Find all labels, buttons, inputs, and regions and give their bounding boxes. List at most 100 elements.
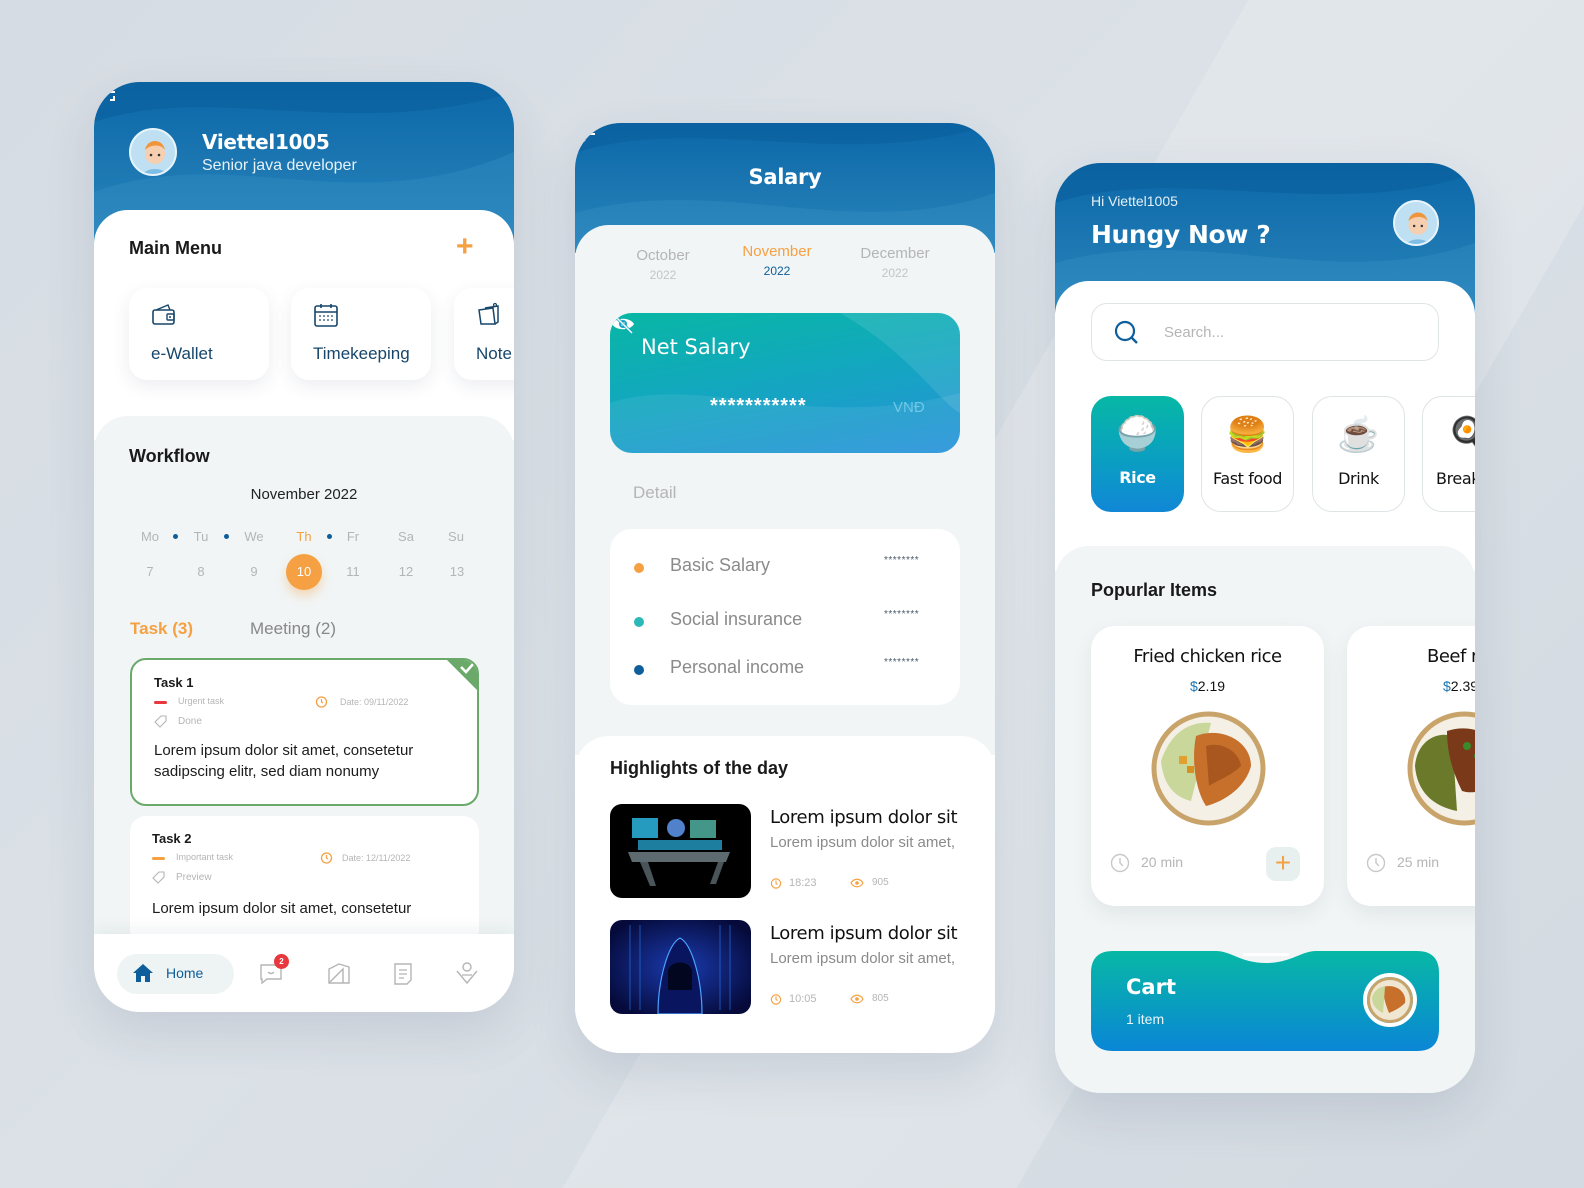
food-app-screen: Hi Viettel1005 Hungy Now ? 🍚 Rice 🍔	[1055, 163, 1475, 1093]
category-drink[interactable]: ☕ Drink	[1312, 396, 1405, 512]
calendar-day-selected[interactable]: 10	[286, 554, 322, 590]
salary-app-screen: Salary October 2022 November 2022 Decemb…	[575, 123, 995, 1053]
eye-off-icon[interactable]	[610, 313, 636, 335]
event-dot	[173, 534, 178, 539]
month-name: October	[636, 247, 690, 264]
menu-item-label: Note	[476, 344, 512, 363]
cart-title: Cart	[1126, 975, 1176, 999]
weekday-sa: Sa	[398, 529, 414, 544]
task-description: Lorem ipsum dolor sit amet, consetetur s…	[154, 742, 414, 780]
arrow-left-icon[interactable]	[575, 123, 597, 145]
task-card[interactable]: Task 2 Important task Date: 12/11/2022 P…	[130, 816, 479, 946]
home-icon	[133, 964, 153, 982]
net-salary-card: Net Salary *********** VNĐ	[610, 313, 960, 453]
task-card[interactable]: Task 1 Urgent task Date: 09/11/2022 Done…	[130, 658, 479, 806]
plus-icon[interactable]: +	[456, 232, 474, 262]
greeting: Hi Viettel1005	[1091, 193, 1178, 209]
currency-symbol: $	[1189, 678, 1198, 694]
priority-bar	[154, 701, 167, 704]
food-price: $2.39	[1347, 678, 1475, 694]
user-name: Viettel1005	[202, 130, 330, 154]
highlight-item[interactable]: Lorem ipsum dolor sit Lorem ipsum dolor …	[610, 920, 980, 1015]
bottom-nav: Home 2	[94, 934, 514, 1012]
currency-symbol: $	[1443, 678, 1451, 694]
category-label: Breakfast	[1436, 469, 1475, 488]
calendar-day[interactable]: 9	[239, 564, 269, 579]
food-card[interactable]: Fried chicken rice $2.19 20 min +	[1091, 626, 1324, 906]
highlight-subtitle: Lorem ipsum dolor sit amet,	[770, 950, 956, 967]
add-to-cart-button[interactable]: +	[1266, 847, 1300, 881]
timer-icon	[770, 994, 782, 1005]
search-icon	[1114, 320, 1138, 344]
tab-task[interactable]: Task (3)	[130, 619, 193, 639]
office-icon[interactable]	[327, 961, 351, 985]
detail-row-social-insurance[interactable]: Social insurance ********	[610, 609, 960, 639]
category-breakfast[interactable]: 🍳 Breakfast	[1422, 396, 1475, 512]
category-fast-food[interactable]: 🍔 Fast food	[1201, 396, 1294, 512]
cart-count: 1 item	[1126, 1011, 1165, 1027]
detail-row-basic-salary[interactable]: Basic Salary ********	[610, 555, 960, 585]
detail-card: Basic Salary ******** Social insurance *…	[610, 529, 960, 705]
month-tab-november[interactable]: November 2022	[717, 243, 837, 278]
menu-item-e-wallet[interactable]: e-Wallet	[129, 288, 269, 380]
scan-icon[interactable]	[94, 82, 116, 102]
priority-bar	[152, 857, 165, 860]
calendar-day[interactable]: 13	[442, 564, 472, 579]
highlight-item[interactable]: Lorem ipsum dolor sit Lorem ipsum dolor …	[610, 804, 980, 899]
detail-label: Personal income	[670, 657, 805, 677]
calendar-month[interactable]: November 2022	[94, 486, 514, 503]
cart-bar[interactable]: Cart 1 item	[1091, 951, 1439, 1051]
nav-home[interactable]: Home	[117, 954, 234, 994]
task-priority: Important task	[176, 852, 234, 862]
month-tab-december[interactable]: December 2022	[835, 245, 955, 280]
prep-time: 20 min	[1141, 854, 1184, 870]
food-name: Fried chicken rice	[1133, 646, 1282, 667]
category-rice[interactable]: 🍚 Rice	[1091, 396, 1184, 512]
food-card[interactable]: Beef rice $2.39 25 min	[1347, 626, 1475, 906]
calendar-day[interactable]: 11	[338, 564, 368, 579]
weekday-fr: Fr	[346, 529, 360, 544]
menu-item-label: e-Wallet	[151, 344, 213, 363]
clock-icon	[1110, 853, 1130, 873]
task-title: Task 2	[152, 831, 192, 846]
month-year: 2022	[881, 266, 909, 280]
menu-item-note[interactable]: Note	[454, 288, 514, 380]
highlights-section: Highlights of the day Lorem ipsum dolor …	[575, 736, 995, 1053]
profile-icon[interactable]	[455, 961, 479, 985]
price-value: 2.39	[1450, 678, 1475, 694]
detail-value: ********	[884, 609, 920, 620]
weekday-tu: Tu	[193, 529, 209, 544]
avatar[interactable]	[129, 128, 177, 176]
month-tab-october[interactable]: October 2022	[603, 247, 723, 282]
month-year: 2022	[649, 268, 677, 282]
timer-icon	[315, 696, 328, 708]
calendar-day[interactable]: 12	[391, 564, 421, 579]
highlight-title: Lorem ipsum dolor sit	[770, 807, 958, 828]
breakfast-icon: 🍳	[1423, 415, 1475, 455]
page-title: Hungy Now ?	[1091, 220, 1271, 249]
detail-value: ********	[884, 555, 920, 566]
task-date: Date: 12/11/2022	[342, 853, 411, 863]
avatar[interactable]	[1393, 200, 1439, 246]
calendar-day[interactable]: 8	[186, 564, 216, 579]
search-input[interactable]	[1164, 319, 1414, 345]
workflow-app-screen: Viettel1005 Senior java developer Main M…	[94, 82, 514, 1012]
document-icon[interactable]	[391, 961, 415, 985]
calendar-day[interactable]: 7	[135, 564, 165, 579]
event-dot	[224, 534, 229, 539]
legend-dot	[634, 617, 644, 627]
rice-icon: 🍚	[1116, 415, 1159, 453]
menu-item-timekeeping[interactable]: Timekeeping	[291, 288, 431, 380]
fried-chicken-rice-image	[1151, 711, 1266, 826]
detail-row-personal-income[interactable]: Personal income ********	[610, 657, 960, 687]
task-status: Done	[178, 716, 202, 727]
detail-title: Detail	[633, 483, 677, 502]
weekday-su: Su	[448, 529, 464, 544]
search-box[interactable]	[1091, 303, 1439, 361]
detail-label: Basic Salary	[670, 555, 771, 575]
tab-meeting[interactable]: Meeting (2)	[250, 619, 336, 639]
hacker-image	[610, 920, 751, 1014]
user-role: Senior java developer	[202, 157, 357, 174]
highlight-subtitle: Lorem ipsum dolor sit amet,	[770, 834, 956, 851]
net-salary-label: Net Salary	[641, 335, 751, 359]
